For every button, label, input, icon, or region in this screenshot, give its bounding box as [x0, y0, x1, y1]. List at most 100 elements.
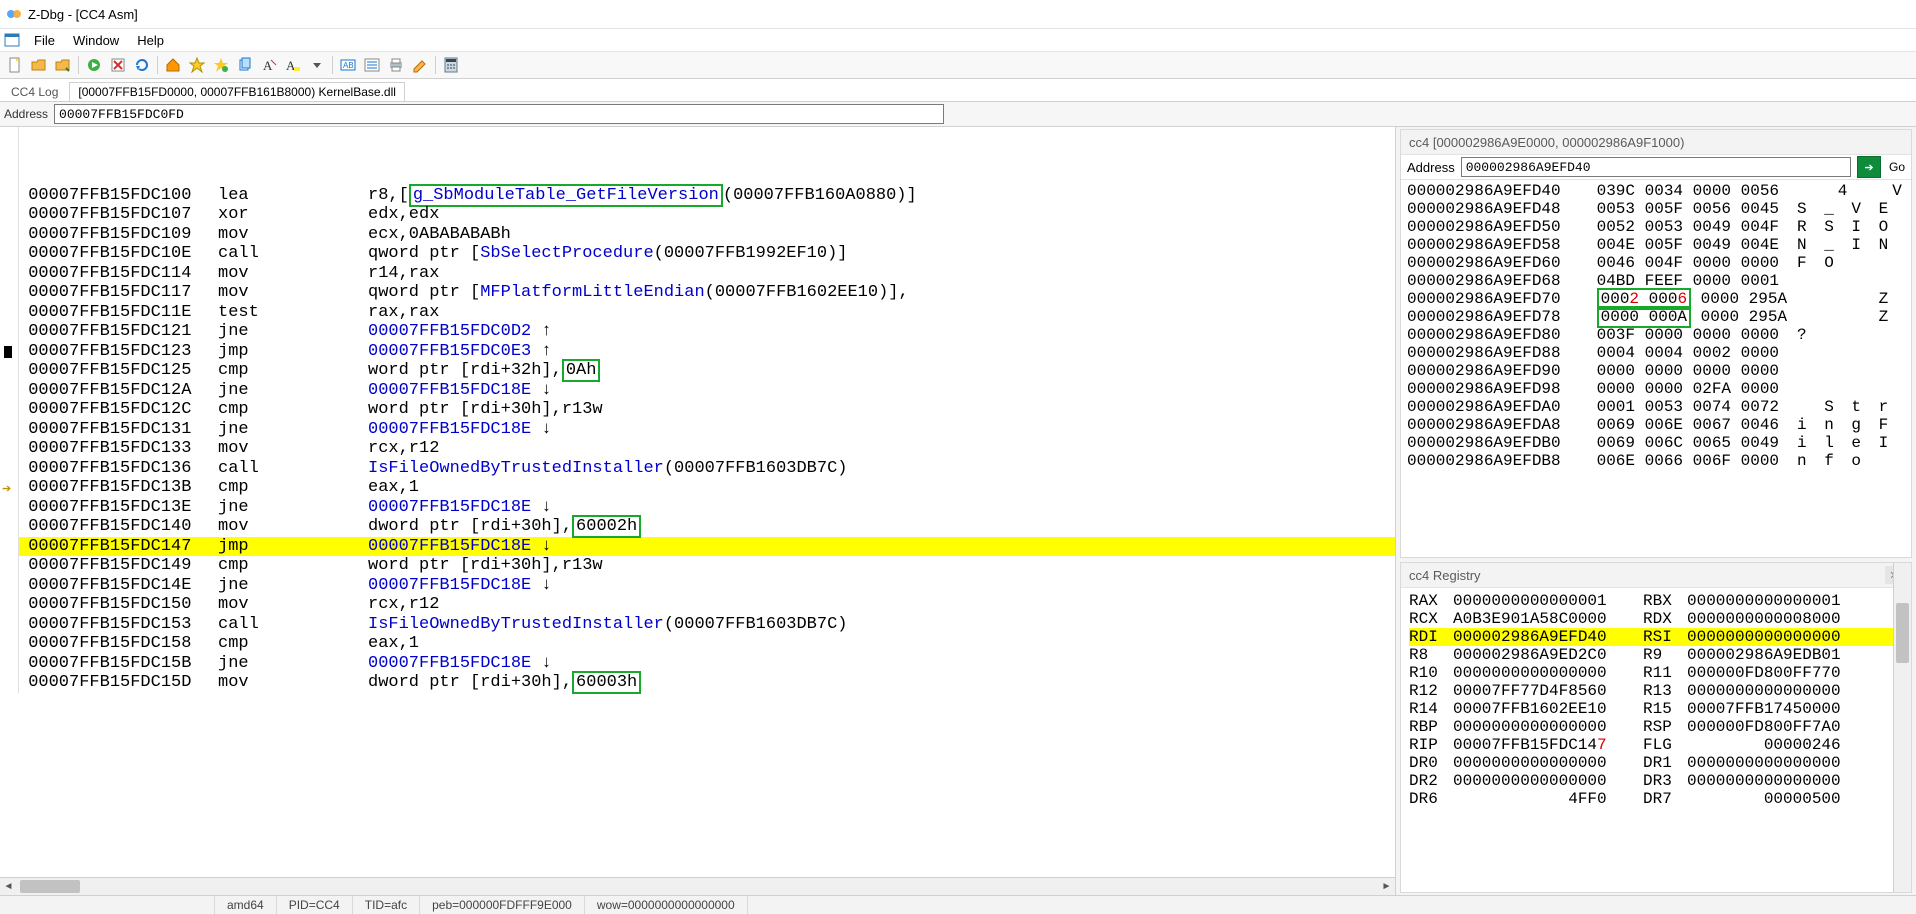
print-icon[interactable] [385, 54, 407, 76]
memory-row[interactable]: 000002986A9EFD58 004E 005F 0049 004EN _ … [1407, 236, 1905, 254]
asm-row[interactable]: 00007FFB15FDC100lear8,[g_SbModuleTable_G… [18, 186, 1395, 206]
memory-row[interactable]: 000002986A9EFDA8 0069 006E 0067 0046i n … [1407, 416, 1905, 434]
toolbar: A A AB [0, 52, 1916, 79]
new-file-icon[interactable] [4, 54, 26, 76]
asm-row[interactable]: 00007FFB15FDC11Etestrax,rax [18, 303, 1395, 323]
scroll-right-icon[interactable]: ► [1378, 878, 1395, 895]
menu-window[interactable]: Window [65, 31, 127, 50]
asm-row[interactable]: 00007FFB15FDC133movrcx,r12 [18, 439, 1395, 459]
asm-row[interactable]: 00007FFB15FDC13Ejne00007FFB15FDC18E ↓ [18, 498, 1395, 518]
memory-row[interactable]: 000002986A9EFD98 0000 0000 02FA 0000 [1407, 380, 1905, 398]
register-row[interactable]: DR00000000000000000DR10000000000000000 [1409, 754, 1903, 772]
status-wow: wow=0000000000000000 [585, 896, 748, 914]
title-bar: Z-Dbg - [CC4 Asm] [0, 0, 1916, 29]
memory-row[interactable]: 000002986A9EFDA0 0001 0053 0074 0072 S t… [1407, 398, 1905, 416]
registers-title-text: cc4 Registry [1409, 568, 1481, 583]
register-row[interactable]: R100000000000000000R11000000FD800FF770 [1409, 664, 1903, 682]
open-folder-icon[interactable] [28, 54, 50, 76]
asm-row[interactable]: 00007FFB15FDC12Ccmpword ptr [rdi+30h],r1… [18, 400, 1395, 420]
home-icon[interactable] [162, 54, 184, 76]
separator-icon [78, 56, 79, 74]
asm-row[interactable]: 00007FFB15FDC10Ecallqword ptr [SbSelectP… [18, 244, 1395, 264]
memory-row[interactable]: 000002986A9EFD40 039C 0034 0000 0056 4 V [1407, 182, 1905, 200]
dropdown-icon[interactable] [306, 54, 328, 76]
register-row[interactable]: RAX0000000000000001RBX0000000000000001 [1409, 592, 1903, 610]
asm-row[interactable]: 00007FFB15FDC131jne00007FFB15FDC18E ↓ [18, 420, 1395, 440]
vertical-scrollbar[interactable] [1893, 563, 1911, 892]
asm-row[interactable]: 00007FFB15FDC158cmpeax,1 [18, 634, 1395, 654]
stop-icon[interactable] [107, 54, 129, 76]
memory-row[interactable]: 000002986A9EFD90 0000 0000 0000 0000 [1407, 362, 1905, 380]
memory-row[interactable]: 000002986A9EFD48 0053 005F 0056 0045S _ … [1407, 200, 1905, 218]
register-row[interactable]: RIP00007FFB15FDC147FLG 00000246 [1409, 736, 1903, 754]
menu-file[interactable]: File [26, 31, 63, 50]
registers-panel-title: cc4 Registry ✕ [1401, 563, 1911, 588]
asm-row[interactable]: 00007FFB15FDC15Bjne00007FFB15FDC18E ↓ [18, 654, 1395, 674]
go-button-icon[interactable]: ➔ [1857, 156, 1881, 178]
asm-row[interactable]: 00007FFB15FDC123jmp00007FFB15FDC0E3 ↑ [18, 342, 1395, 362]
memory-row[interactable]: 000002986A9EFD80 003F 0000 0000 0000? [1407, 326, 1905, 344]
asm-row[interactable]: 00007FFB15FDC121jne00007FFB15FDC0D2 ↑ [18, 322, 1395, 342]
menu-help[interactable]: Help [129, 31, 172, 50]
asm-row[interactable]: 00007FFB15FDC14Ejne00007FFB15FDC18E ↓ [18, 576, 1395, 596]
tab-asm[interactable]: [00007FFB15FD0000, 00007FFB161B8000) Ker… [69, 82, 405, 101]
memory-view[interactable]: 000002986A9EFD40 039C 0034 0000 0056 4 V… [1401, 180, 1911, 472]
asm-row[interactable]: 00007FFB15FDC136callIsFileOwnedByTrusted… [18, 459, 1395, 479]
select-icon[interactable]: AB [337, 54, 359, 76]
register-row[interactable]: DR20000000000000000DR30000000000000000 [1409, 772, 1903, 790]
scroll-left-icon[interactable]: ◄ [0, 878, 17, 895]
run-icon[interactable] [83, 54, 105, 76]
tab-log[interactable]: CC4 Log [2, 82, 67, 101]
list-icon[interactable] [361, 54, 383, 76]
open-recent-icon[interactable] [52, 54, 74, 76]
register-row[interactable]: R1400007FFB1602EE10R1500007FFB17450000 [1409, 700, 1903, 718]
asm-row[interactable]: 00007FFB15FDC125cmpword ptr [rdi+32h],0A… [18, 361, 1395, 381]
register-row[interactable]: R1200007FF77D4F8560R130000000000000000 [1409, 682, 1903, 700]
asm-row[interactable]: 00007FFB15FDC147jmp00007FFB15FDC18E ↓ [18, 537, 1395, 557]
address-input[interactable] [54, 104, 944, 124]
register-row[interactable]: R8 000002986A9ED2C0R9 000002986A9EDB01 [1409, 646, 1903, 664]
bookmark-icon[interactable] [210, 54, 232, 76]
memory-row[interactable]: 000002986A9EFDB8 006E 0066 006F 0000n f … [1407, 452, 1905, 470]
refresh-icon[interactable] [131, 54, 153, 76]
scroll-thumb[interactable] [20, 880, 80, 893]
asm-row[interactable]: 00007FFB15FDC13Bcmpeax,1 [18, 478, 1395, 498]
highlight-icon[interactable]: A [282, 54, 304, 76]
memory-row[interactable]: 000002986A9EFD60 0046 004F 0000 0000F O [1407, 254, 1905, 272]
memory-row[interactable]: 000002986A9EFD50 0052 0053 0049 004FR S … [1407, 218, 1905, 236]
memory-row[interactable]: 000002986A9EFD78 0000 000A 0000 295A Z [1407, 308, 1905, 326]
breakpoint-icon[interactable] [4, 346, 12, 358]
asm-row[interactable]: 00007FFB15FDC107xoredx,edx [18, 205, 1395, 225]
memory-row[interactable]: 000002986A9EFDB0 0069 006C 0065 0049i l … [1407, 434, 1905, 452]
favorite-icon[interactable] [186, 54, 208, 76]
asm-row[interactable]: 00007FFB15FDC150movrcx,r12 [18, 595, 1395, 615]
font-icon[interactable]: A [258, 54, 280, 76]
window-title: Z-Dbg - [CC4 Asm] [28, 7, 138, 22]
scroll-thumb[interactable] [1896, 603, 1909, 663]
asm-row[interactable]: 00007FFB15FDC12Ajne00007FFB15FDC18E ↓ [18, 381, 1395, 401]
address-bar: Address [0, 102, 1916, 127]
asm-row[interactable]: 00007FFB15FDC149cmpword ptr [rdi+30h],r1… [18, 556, 1395, 576]
memory-row[interactable]: 000002986A9EFD88 0004 0004 0002 0000 [1407, 344, 1905, 362]
asm-row[interactable]: 00007FFB15FDC15Dmovdword ptr [rdi+30h],6… [18, 673, 1395, 693]
disassembly-pane[interactable]: 00007FFB15FDC100lear8,[g_SbModuleTable_G… [0, 127, 1396, 895]
go-label[interactable]: Go [1889, 160, 1905, 174]
copy-icon[interactable] [234, 54, 256, 76]
register-row[interactable]: RBP0000000000000000RSP000000FD800FF7A0 [1409, 718, 1903, 736]
register-row[interactable]: RDI000002986A9EFD40RSI0000000000000000 [1409, 628, 1903, 646]
status-pid: PID=CC4 [277, 896, 353, 914]
horizontal-scrollbar[interactable]: ◄ ► [0, 877, 1395, 895]
register-row[interactable]: RCXA0B3E901A58C0000RDX0000000000008000 [1409, 610, 1903, 628]
memory-panel: cc4 [000002986A9E0000, 000002986A9F1000)… [1400, 129, 1912, 558]
registers-panel: cc4 Registry ✕ RAX0000000000000001RBX000… [1400, 562, 1912, 893]
asm-row[interactable]: 00007FFB15FDC117movqword ptr [MFPlatform… [18, 283, 1395, 303]
asm-row[interactable]: 00007FFB15FDC140movdword ptr [rdi+30h],6… [18, 517, 1395, 537]
asm-row[interactable]: 00007FFB15FDC114movr14,rax [18, 264, 1395, 284]
register-row[interactable]: DR6 4FF0DR7 00000500 [1409, 790, 1903, 808]
calculator-icon[interactable] [440, 54, 462, 76]
registers-view[interactable]: RAX0000000000000001RBX0000000000000001RC… [1401, 588, 1911, 812]
settings-icon[interactable] [409, 54, 431, 76]
asm-row[interactable]: 00007FFB15FDC109movecx,0ABABABABh [18, 225, 1395, 245]
asm-row[interactable]: 00007FFB15FDC153callIsFileOwnedByTrusted… [18, 615, 1395, 635]
memory-address-input[interactable] [1461, 157, 1851, 177]
